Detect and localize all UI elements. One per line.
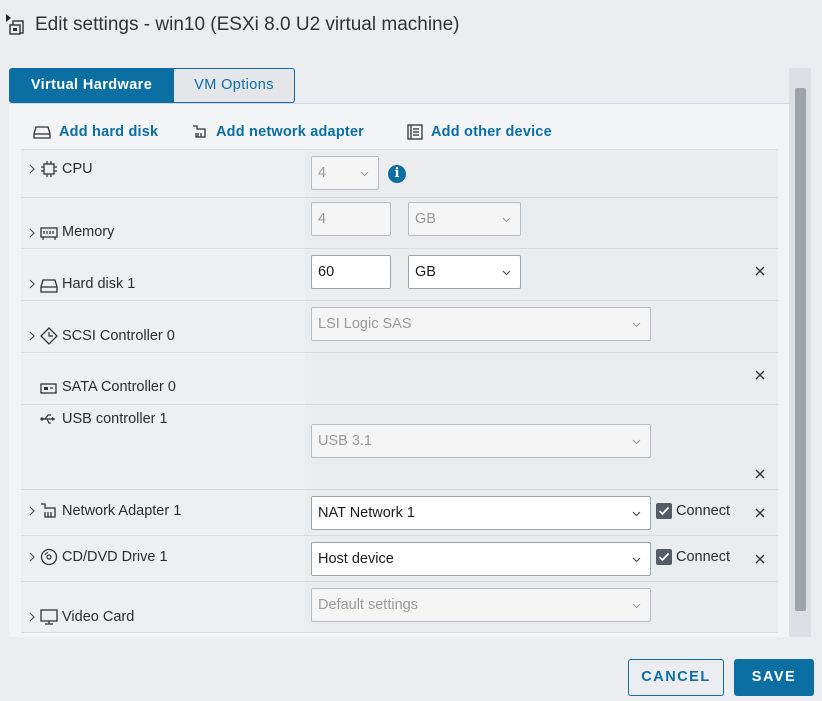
usb-icon — [40, 414, 55, 424]
network-adapter-label: Network Adapter 1 — [62, 503, 182, 519]
sata-controller-icon — [40, 383, 57, 394]
device-row-scsi-controller: SCSI Controller 0 LSI Logic SAS — [21, 300, 778, 352]
chevron-down-icon — [360, 171, 369, 177]
add-other-device-button[interactable]: Add other device — [407, 118, 552, 146]
chevron-right-icon[interactable] — [27, 331, 37, 341]
remove-cd-dvd-icon[interactable] — [753, 552, 767, 566]
remove-sata-controller-icon[interactable] — [753, 368, 767, 382]
hard-disk-size-value: 60 — [318, 264, 335, 280]
hard-disk-unit-select[interactable]: GB — [408, 255, 521, 289]
device-row-hard-disk: Hard disk 1 60 GB — [21, 248, 778, 300]
remove-hard-disk-icon[interactable] — [753, 264, 767, 278]
device-row-network-adapter: Network Adapter 1 NAT Network 1 Connect — [21, 489, 778, 535]
device-row-memory: Memory 4 GB — [21, 197, 778, 248]
dialog-title: Edit settings - win10 (ESXi 8.0 U2 virtu… — [35, 14, 460, 35]
remove-network-adapter-icon[interactable] — [753, 506, 767, 520]
cpu-count-value: 4 — [318, 165, 327, 181]
chevron-right-icon[interactable] — [27, 552, 37, 562]
dialog-header: Edit settings - win10 (ESXi 8.0 U2 virtu… — [0, 0, 822, 54]
memory-unit-select[interactable]: GB — [408, 202, 521, 236]
scsi-controller-label: SCSI Controller 0 — [62, 328, 175, 344]
hard-disk-icon — [33, 126, 51, 139]
usb-controller-label: USB controller 1 — [62, 411, 168, 427]
device-list: CPU 4 i Memory 4 GB Hard disk 1 60 GB SC… — [21, 149, 778, 633]
chevron-right-icon[interactable] — [27, 279, 37, 289]
scrollbar-thumb[interactable] — [795, 88, 806, 611]
scsi-controller-icon — [40, 327, 58, 345]
chevron-right-icon[interactable] — [27, 228, 37, 238]
cpu-icon — [41, 161, 57, 177]
add-network-adapter-button[interactable]: Add network adapter — [192, 118, 364, 146]
cd-dvd-select[interactable]: Host device — [311, 542, 651, 576]
add-hard-disk-label: Add hard disk — [59, 124, 159, 140]
network-connect-label: Connect — [676, 503, 731, 519]
cpu-count-select[interactable]: 4 — [311, 156, 379, 190]
video-settings-value: Default settings — [318, 597, 418, 613]
device-row-cd-dvd-drive: CD/DVD Drive 1 Host device Connect — [21, 535, 778, 581]
device-row-sata-controller: SATA Controller 0 — [21, 352, 778, 404]
sata-controller-label: SATA Controller 0 — [62, 379, 176, 395]
chevron-right-icon[interactable] — [27, 164, 37, 174]
tab-vm-options[interactable]: VM Options — [174, 68, 295, 103]
cd-dvd-icon — [40, 548, 58, 566]
hard-disk-icon — [40, 279, 58, 293]
checkmark-icon — [658, 506, 670, 516]
device-row-video-card: Video Card Default settings — [21, 581, 778, 633]
video-card-label: Video Card — [62, 609, 135, 625]
vm-icon — [6, 14, 24, 35]
chevron-right-icon[interactable] — [27, 612, 37, 622]
network-value: NAT Network 1 — [318, 505, 415, 521]
info-icon[interactable]: i — [388, 165, 406, 183]
tab-bar: Virtual Hardware VM Options — [9, 68, 295, 103]
network-connect-checkbox[interactable] — [656, 503, 672, 519]
network-select[interactable]: NAT Network 1 — [311, 496, 651, 530]
cd-dvd-connect-checkbox[interactable] — [656, 549, 672, 565]
chevron-down-icon — [632, 439, 641, 445]
cd-dvd-value: Host device — [318, 551, 394, 567]
scsi-type-value: LSI Logic SAS — [318, 316, 412, 332]
cd-dvd-connect-label: Connect — [676, 549, 731, 565]
chevron-down-icon — [632, 557, 641, 563]
memory-size-value: 4 — [318, 211, 327, 227]
usb-type-value: USB 3.1 — [318, 433, 372, 449]
add-network-adapter-label: Add network adapter — [216, 124, 365, 140]
video-settings-select[interactable]: Default settings — [311, 588, 651, 622]
tab-virtual-hardware[interactable]: Virtual Hardware — [9, 68, 174, 103]
cd-dvd-label: CD/DVD Drive 1 — [62, 549, 168, 565]
chevron-down-icon — [632, 322, 641, 328]
chevron-down-icon — [632, 511, 641, 517]
usb-type-select[interactable]: USB 3.1 — [311, 424, 651, 458]
hard-disk-label: Hard disk 1 — [62, 276, 136, 292]
scsi-type-select[interactable]: LSI Logic SAS — [311, 307, 651, 341]
hard-disk-size-input[interactable]: 60 — [311, 255, 391, 289]
checkmark-icon — [658, 552, 670, 562]
memory-icon — [40, 227, 58, 240]
remove-usb-controller-icon[interactable] — [753, 467, 767, 481]
chevron-down-icon — [502, 217, 511, 223]
cancel-button[interactable]: CANCEL — [628, 659, 724, 696]
device-row-usb-controller: USB controller 1 USB 3.1 — [21, 404, 778, 489]
hard-disk-unit-value: GB — [415, 264, 436, 280]
chevron-down-icon — [632, 603, 641, 609]
memory-size-input[interactable]: 4 — [311, 202, 391, 236]
add-other-device-label: Add other device — [431, 124, 552, 140]
save-button[interactable]: SAVE — [734, 659, 814, 696]
network-adapter-icon — [193, 125, 206, 138]
device-list-icon — [407, 124, 423, 140]
chevron-down-icon — [502, 270, 511, 276]
chevron-right-icon[interactable] — [27, 506, 37, 516]
memory-unit-value: GB — [415, 211, 436, 227]
add-hard-disk-button[interactable]: Add hard disk — [33, 118, 158, 146]
network-adapter-icon — [41, 503, 56, 518]
device-row-cpu: CPU 4 i — [21, 149, 778, 197]
cpu-label: CPU — [62, 161, 93, 177]
monitor-icon — [40, 609, 58, 625]
memory-label: Memory — [62, 224, 115, 240]
